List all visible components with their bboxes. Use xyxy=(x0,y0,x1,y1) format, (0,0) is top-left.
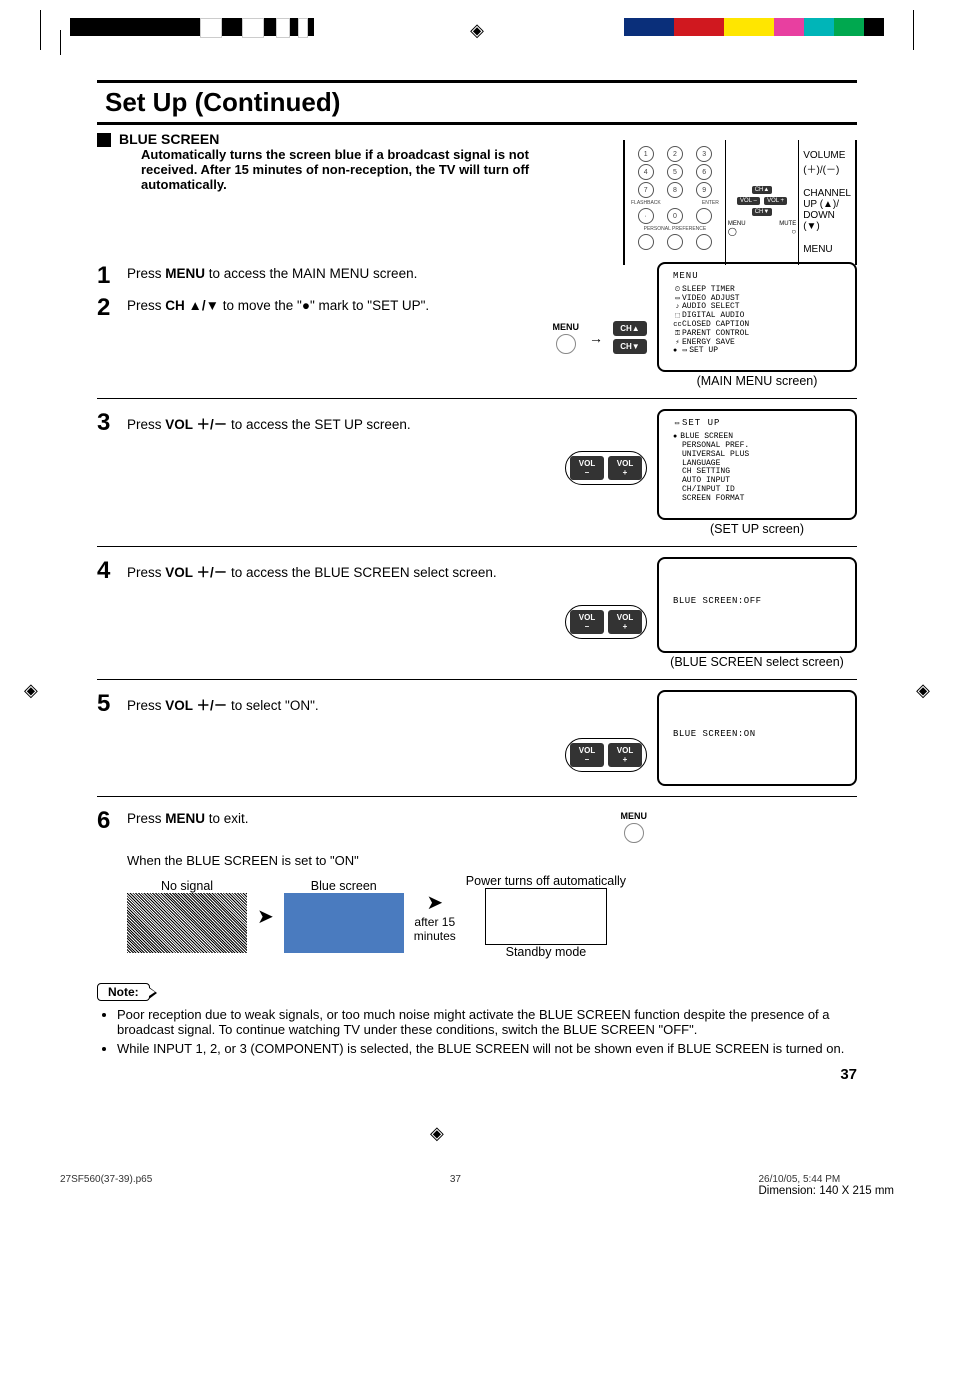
arrow-right-icon: ➤ xyxy=(257,904,274,929)
menu-button-icon: MENU xyxy=(621,811,648,843)
step-number-2: 2 xyxy=(97,294,127,354)
note-item: While INPUT 1, 2, or 3 (COMPONENT) is se… xyxy=(117,1041,857,1056)
arrow-right-icon: → xyxy=(589,330,603,346)
remote-keypad: 123 456 789 FLASHBACKENTER ·0 PERSONAL P… xyxy=(625,140,726,265)
footer-filename: 27SF560(37-39).p65 xyxy=(60,1174,152,1197)
page-title: Set Up (Continued) xyxy=(105,87,849,118)
arrow-right-icon: ➤ xyxy=(426,890,443,915)
note-item: Poor reception due to weak signals, or t… xyxy=(117,1007,857,1037)
blue-screen-off-screen: BLUE SCREEN:OFF (BLUE SCREEN select scre… xyxy=(657,557,857,669)
step-4: 4 Press VOL ＋/－ to access the BLUE SCREE… xyxy=(97,547,857,680)
step-1-2: 1 Press MENU to access the MAIN MENU scr… xyxy=(97,252,857,399)
blue-screen-heading: BLUE SCREEN xyxy=(119,131,561,147)
footer-dimension: Dimension: 140 X 215 mm xyxy=(758,1185,894,1197)
vol-buttons-icon: VOL – VOL + xyxy=(565,605,647,639)
step-number-1: 1 xyxy=(97,262,127,290)
step-3: 3 Press VOL ＋/－ to access the SET UP scr… xyxy=(97,399,857,546)
step6-subtitle: When the BLUE SCREEN is set to "ON" xyxy=(127,853,857,868)
page-title-box: Set Up (Continued) xyxy=(97,80,857,125)
no-signal-box xyxy=(127,893,247,953)
blue-screen-body: Automatically turns the screen blue if a… xyxy=(141,147,561,192)
blue-screen-flow-diagram: No signal ➤ Blue screen ➤ after 15 minut… xyxy=(127,874,857,959)
page-number: 37 xyxy=(97,1066,857,1083)
footer-date: 26/10/05, 5:44 PM xyxy=(758,1174,894,1185)
step-5: 5 Press VOL ＋/－ to select "ON". VOL – VO… xyxy=(97,680,857,797)
step-number-3: 3 xyxy=(97,409,127,437)
step-number-4: 4 xyxy=(97,557,127,585)
remote-labels: VOLUME(＋)/(－) CHANNELUP (▲)/DOWN (▼) MEN… xyxy=(799,140,855,265)
registration-mark-icon: ◈ xyxy=(916,680,930,701)
remote-diagram: 123 456 789 FLASHBACKENTER ·0 PERSONAL P… xyxy=(623,140,857,265)
notes-list: Poor reception due to weak signals, or t… xyxy=(103,1007,857,1056)
step-number-6: 6 xyxy=(97,807,127,835)
menu-button-icon: MENU xyxy=(553,322,580,354)
note-arrow-icon xyxy=(149,987,157,999)
page-footer: 27SF560(37-39).p65 37 26/10/05, 5:44 PM … xyxy=(0,1174,954,1197)
blue-screen-on-screen: BLUE SCREEN:ON xyxy=(657,690,857,786)
blue-screen-box xyxy=(284,893,404,953)
setup-screen: ▭SET UP BLUE SCREEN PERSONAL PREF. UNIVE… xyxy=(657,409,857,535)
note-label: Note: xyxy=(97,983,150,1001)
standby-box xyxy=(485,888,607,945)
ch-up-button-icon: CH▲ xyxy=(613,321,647,336)
vol-buttons-icon: VOL – VOL + xyxy=(565,451,647,485)
registration-mark-icon: ◈ xyxy=(24,680,38,701)
registration-mark-icon: ◈ xyxy=(430,1123,444,1143)
remote-nav-pad: CH▲ VOL – VOL + CH▼ MENUMUTE ◯○ xyxy=(726,140,799,265)
remote-menu-icon: ◯ xyxy=(728,227,737,236)
step-number-5: 5 xyxy=(97,690,127,718)
footer-page: 37 xyxy=(450,1174,461,1197)
section-marker-icon xyxy=(97,133,111,147)
ch-down-button-icon: CH▼ xyxy=(613,339,647,354)
vol-buttons-icon: VOL – VOL + xyxy=(565,738,647,772)
remote-mute-icon: ○ xyxy=(791,227,796,236)
step-6: 6 Press MENU to exit. MENU When the BLUE… xyxy=(97,797,857,969)
registration-mark-icon: ◈ xyxy=(470,20,484,41)
main-menu-screen: MENU ⏲SLEEP TIMER ▭VIDEO ADJUST ♪AUDIO S… xyxy=(657,262,857,388)
crop-marks-top: ◈ xyxy=(0,0,954,60)
